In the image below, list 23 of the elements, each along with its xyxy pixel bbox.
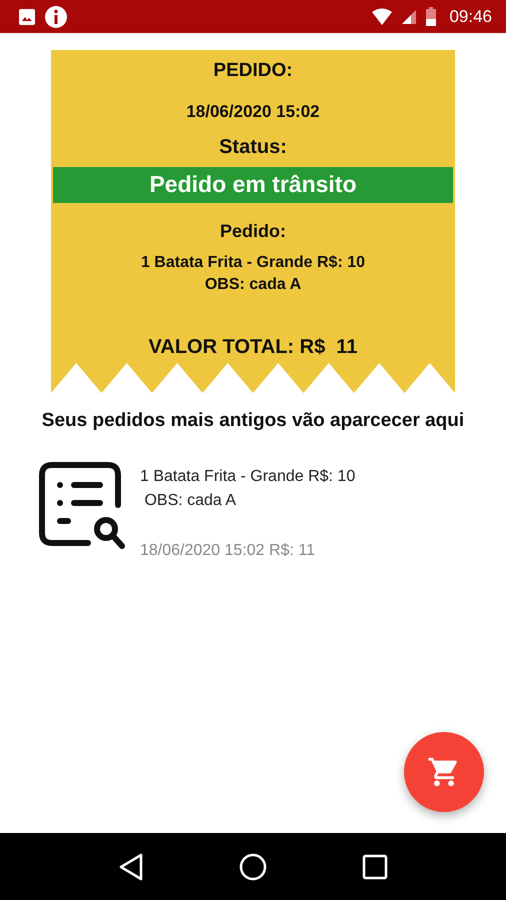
history-heading: Seus pedidos mais antigos vão aparcecer aqui [40, 409, 466, 433]
recents-icon[interactable] [362, 854, 388, 880]
info-icon [44, 4, 68, 28]
order-item-text: 1 Batata Frita - Grande R$: 10 [140, 253, 366, 273]
image-icon [18, 8, 36, 26]
order-item-text: 1 Batata Frita - Grande R$: 10 [140, 467, 356, 487]
clock: 09:46 [449, 6, 492, 26]
order-date: 18/06/2020 15:02 [186, 102, 320, 122]
cart-button[interactable] [404, 732, 484, 812]
status-banner: Pedido em trânsito [53, 167, 453, 203]
status-label: Status: [219, 136, 287, 159]
order-total: VALOR TOTAL: R$ 11 [148, 336, 358, 359]
order-history-item[interactable]: 1 Batata Frita - Grande R$: 10 OBS: cada A 18/06/2020 15:02 R$: 11 [38, 461, 468, 563]
signal-icon [401, 8, 418, 24]
home-icon[interactable] [238, 852, 267, 880]
wifi-icon [371, 8, 394, 26]
items-label: Pedido: [220, 221, 286, 242]
order-date-total: 18/06/2020 15:02 R$: 11 [140, 541, 316, 561]
battery-icon [425, 6, 438, 26]
order-item-text: OBS: cada A [143, 491, 238, 511]
order-item-text: OBS: cada A [204, 275, 302, 295]
order-title: PEDIDO: [213, 60, 293, 82]
back-icon[interactable] [118, 852, 144, 880]
